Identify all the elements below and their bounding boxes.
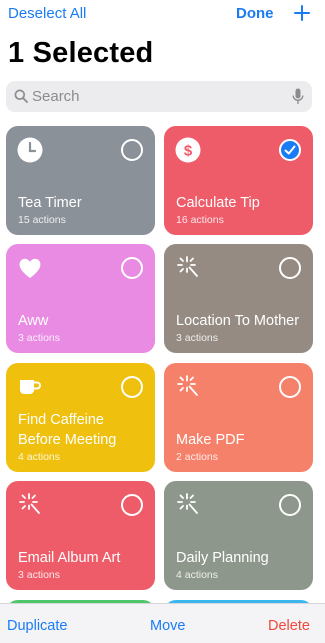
done-button[interactable]: Done bbox=[236, 5, 274, 22]
selection-circle[interactable] bbox=[121, 257, 143, 279]
sparkle-icon bbox=[175, 255, 201, 281]
navigation-bar: Deselect All Done bbox=[0, 0, 325, 30]
shortcut-name: Daily Planning bbox=[176, 550, 269, 566]
search-icon bbox=[14, 89, 28, 103]
selection-circle[interactable] bbox=[121, 494, 143, 516]
shortcut-action-count: 3 actions bbox=[176, 332, 219, 344]
shortcut-action-count: 3 actions bbox=[18, 332, 61, 344]
shortcut-tile[interactable]: $ Calculate Tip 16 actions bbox=[164, 126, 313, 235]
dollar-icon: $ bbox=[175, 137, 201, 163]
shortcut-action-count: 2 actions bbox=[176, 451, 219, 463]
selection-circle[interactable] bbox=[121, 139, 143, 161]
delete-button[interactable]: Delete bbox=[268, 618, 310, 634]
move-button[interactable]: Move bbox=[150, 618, 185, 634]
shortcut-name: Find Caffeine Before Meeting bbox=[18, 412, 117, 448]
shortcut-tile[interactable]: Make PDF 2 actions bbox=[164, 363, 313, 472]
shortcut-action-count: 4 actions bbox=[176, 569, 219, 581]
shortcuts-selection-screen: Deselect All Done 1 Selected Search Tea … bbox=[0, 0, 325, 643]
shortcut-name: Email Album Art bbox=[18, 550, 121, 566]
clock-icon bbox=[17, 137, 43, 163]
shortcut-tile[interactable]: Tea Timer 15 actions bbox=[6, 126, 155, 235]
shortcut-action-count: 16 actions bbox=[176, 214, 224, 226]
sparkle-icon bbox=[175, 492, 201, 518]
bottom-toolbar: Duplicate Move Delete bbox=[0, 603, 325, 643]
shortcut-name: Aww bbox=[18, 313, 49, 329]
shortcut-tile[interactable]: Find Caffeine Before Meeting 4 actions bbox=[6, 363, 155, 472]
selection-circle[interactable] bbox=[279, 494, 301, 516]
sparkle-icon bbox=[17, 492, 43, 518]
heart-icon bbox=[17, 255, 43, 281]
shortcut-name: Location To Mother bbox=[176, 313, 300, 329]
microphone-icon[interactable] bbox=[292, 88, 304, 105]
sparkle-icon bbox=[175, 374, 201, 400]
selection-circle[interactable] bbox=[279, 376, 301, 398]
shortcut-action-count: 15 actions bbox=[18, 214, 66, 226]
search-bar[interactable]: Search bbox=[6, 81, 312, 112]
page-title: 1 Selected bbox=[8, 37, 154, 69]
shortcut-tile[interactable]: Email Album Art 3 actions bbox=[6, 481, 155, 590]
selection-circle[interactable] bbox=[121, 376, 143, 398]
shortcut-tile[interactable]: Aww 3 actions bbox=[6, 244, 155, 353]
add-shortcut-button[interactable] bbox=[290, 1, 314, 25]
shortcut-name: Make PDF bbox=[176, 432, 245, 448]
shortcut-action-count: 3 actions bbox=[18, 569, 61, 581]
coffee-icon bbox=[17, 374, 43, 400]
search-input[interactable]: Search bbox=[32, 88, 80, 105]
duplicate-button[interactable]: Duplicate bbox=[7, 618, 67, 634]
shortcut-name: Tea Timer bbox=[18, 195, 82, 211]
selected-checkmark-icon[interactable] bbox=[279, 139, 301, 161]
svg-text:$: $ bbox=[184, 143, 193, 160]
selection-circle[interactable] bbox=[279, 257, 301, 279]
shortcut-tile[interactable]: Daily Planning 4 actions bbox=[164, 481, 313, 590]
shortcut-name: Calculate Tip bbox=[176, 195, 260, 211]
shortcut-action-count: 4 actions bbox=[18, 451, 61, 463]
shortcut-tile[interactable]: Location To Mother 3 actions bbox=[164, 244, 313, 353]
deselect-all-button[interactable]: Deselect All bbox=[8, 5, 86, 22]
